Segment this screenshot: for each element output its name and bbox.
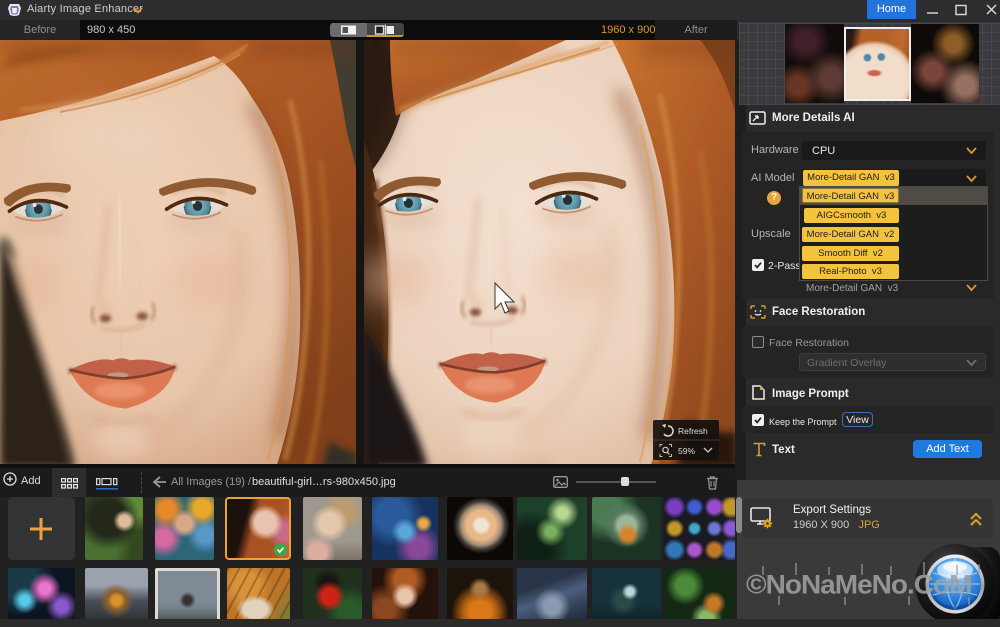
svg-text:Refresh: Refresh [678, 426, 708, 436]
svg-text:59%: 59% [678, 446, 695, 456]
